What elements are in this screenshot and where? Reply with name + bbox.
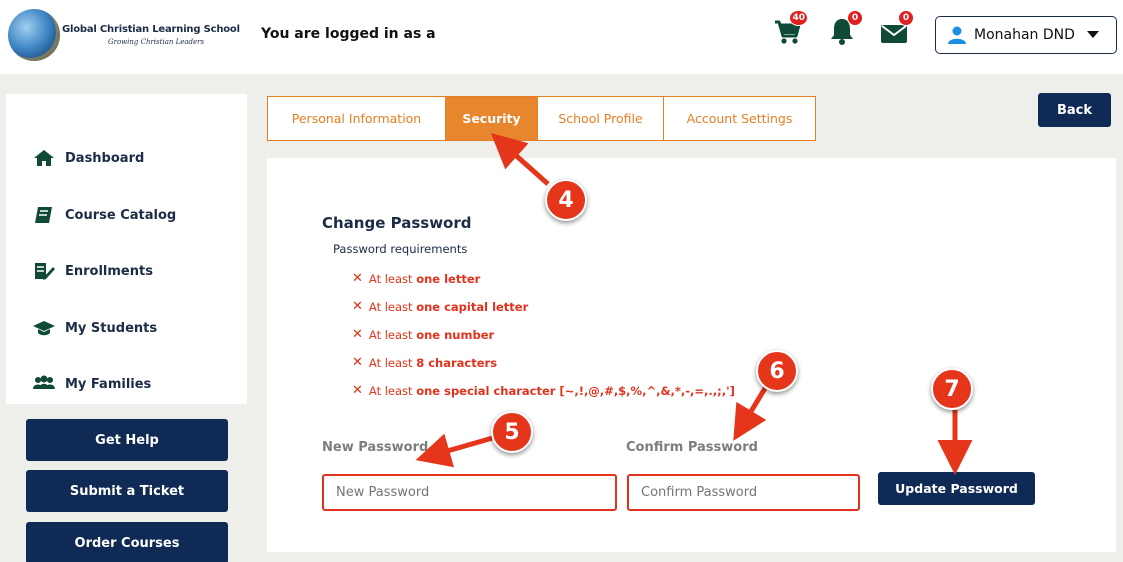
edit-icon <box>35 263 55 280</box>
sidebar-item-label: Course Catalog <box>65 207 177 223</box>
password-requirement: ✕ At least one capital letter <box>352 299 528 314</box>
user-menu-button[interactable]: Monahan DND <box>935 16 1117 54</box>
tab-personal-information[interactable]: Personal Information <box>268 97 446 140</box>
user-icon <box>948 26 966 44</box>
book-icon <box>35 207 52 223</box>
requirement-strong: one letter <box>416 271 481 286</box>
callout-6: 6 <box>756 350 798 392</box>
home-icon <box>34 150 54 166</box>
requirement-strong: one capital letter <box>416 299 529 314</box>
sidebar-item-course-catalog[interactable]: Course Catalog <box>33 206 176 224</box>
school-tagline: Growing Christian Leaders <box>108 38 205 46</box>
x-icon: ✕ <box>352 299 363 314</box>
x-icon: ✕ <box>352 327 363 342</box>
requirement-strong: one special character [~,!,@,#,$,%,^,&,*… <box>416 383 735 398</box>
sidebar-item-label: My Students <box>65 320 158 336</box>
school-name: Global Christian Learning School <box>62 24 240 35</box>
user-name: Monahan DND <box>974 27 1075 43</box>
back-button[interactable]: Back <box>1038 93 1111 127</box>
new-password-label: New Password <box>322 440 429 455</box>
school-logo[interactable] <box>8 9 60 61</box>
cart-count-badge: 40 <box>789 10 808 26</box>
requirement-prefix: At least <box>368 299 417 314</box>
requirement-prefix: At least <box>368 355 417 370</box>
messages-button[interactable]: 0 <box>880 10 914 50</box>
requirement-prefix: At least <box>368 271 417 286</box>
password-requirement: ✕ At least one special character [~,!,@,… <box>352 383 735 398</box>
cart-button[interactable]: 40 <box>774 10 808 50</box>
graduation-cap-icon <box>33 321 55 336</box>
sidebar-item-label: Enrollments <box>65 263 153 279</box>
confirm-password-label: Confirm Password <box>626 440 758 455</box>
x-icon: ✕ <box>352 355 363 370</box>
profile-tabs: Personal Information Security School Pro… <box>267 96 816 141</box>
tab-security[interactable]: Security <box>446 97 538 140</box>
caret-down-icon <box>1086 31 1099 38</box>
sidebar-item-enrollments[interactable]: Enrollments <box>33 262 153 280</box>
messages-count-badge: 0 <box>898 10 914 26</box>
password-requirements-heading: Password requirements <box>333 242 468 256</box>
sidebar-item-my-families[interactable]: My Families <box>33 375 151 393</box>
callout-4: 4 <box>545 179 587 221</box>
requirement-strong: 8 characters <box>416 355 498 370</box>
password-requirement: ✕ At least one number <box>352 327 494 342</box>
get-help-button[interactable]: Get Help <box>26 419 228 461</box>
requirement-prefix: At least <box>368 327 417 342</box>
callout-5: 5 <box>491 411 533 453</box>
requirement-prefix: At least <box>368 383 417 398</box>
tab-account-settings[interactable]: Account Settings <box>664 97 815 140</box>
password-requirement: ✕ At least one letter <box>352 271 480 286</box>
x-icon: ✕ <box>352 271 363 286</box>
logged-in-text: You are logged in as a <box>261 26 436 42</box>
users-icon <box>33 375 55 389</box>
change-password-title: Change Password <box>322 214 472 232</box>
submit-ticket-button[interactable]: Submit a Ticket <box>26 470 228 512</box>
sidebar-item-label: My Families <box>65 376 152 392</box>
order-courses-button[interactable]: Order Courses <box>26 522 228 562</box>
sidebar-item-dashboard[interactable]: Dashboard <box>33 149 144 167</box>
sidebar-item-my-students[interactable]: My Students <box>33 319 157 337</box>
notifications-count-badge: 0 <box>847 10 863 26</box>
sidebar-item-label: Dashboard <box>65 150 145 166</box>
notifications-button[interactable]: 0 <box>829 10 863 50</box>
password-requirement: ✕ At least 8 characters <box>352 355 497 370</box>
top-bar: Global Christian Learning School Growing… <box>0 0 1123 74</box>
confirm-password-field[interactable] <box>627 474 860 511</box>
update-password-button[interactable]: Update Password <box>878 472 1035 505</box>
new-password-field[interactable] <box>322 474 617 511</box>
sidebar: Dashboard Course Catalog Enrollments My … <box>6 94 247 404</box>
x-icon: ✕ <box>352 383 363 398</box>
requirement-strong: one number <box>416 327 495 342</box>
callout-7: 7 <box>931 368 973 410</box>
tab-school-profile[interactable]: School Profile <box>538 97 664 140</box>
